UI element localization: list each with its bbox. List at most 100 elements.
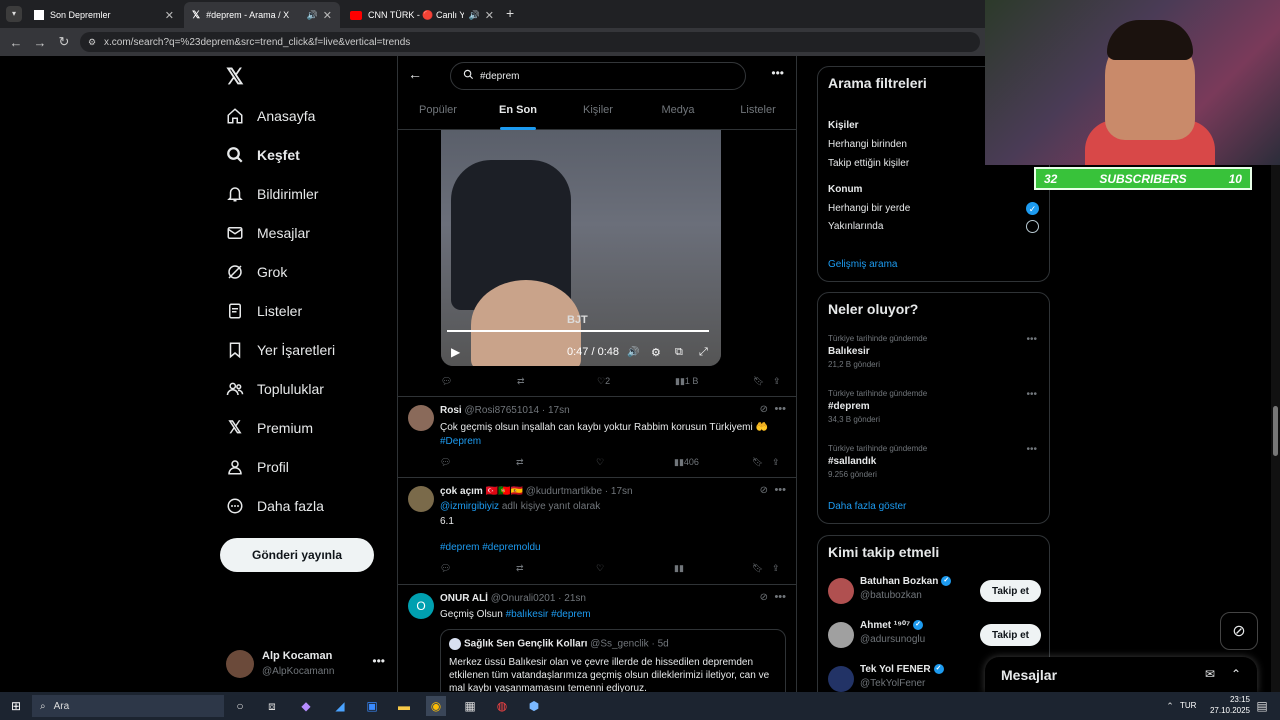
follow-button[interactable]: Takip et (979, 624, 1041, 646)
nav-item-lists[interactable]: Listeler (226, 295, 302, 327)
audio-icon[interactable]: 🔊 (469, 10, 480, 21)
follow-button[interactable]: Takip et (979, 580, 1041, 602)
filter-option[interactable]: Herhangi birinden (828, 139, 907, 150)
like-icon[interactable]: ♡ (596, 457, 604, 468)
fullscreen-icon[interactable]: ⤢ (699, 346, 708, 359)
steam-icon[interactable]: ⬢ (524, 696, 544, 716)
share-icon[interactable]: ⇪ (772, 563, 780, 574)
x-logo-icon[interactable]: 𝕏 (226, 64, 244, 90)
windows-start-icon[interactable]: ⊞ (6, 696, 26, 716)
trend-item[interactable]: Türkiye tarihinde gündemde Balıkesir 21,… (828, 334, 1041, 369)
avatar[interactable]: O (408, 593, 434, 619)
more-icon[interactable]: ••• (771, 66, 784, 80)
nav-item-communities[interactable]: Topluluklar (226, 373, 324, 405)
avatar[interactable] (828, 666, 854, 692)
search-input[interactable]: #deprem (450, 62, 746, 90)
tweet[interactable]: Rosi @Rosi87651014 · 17sn ⊘ ••• Çok geçm… (398, 396, 796, 476)
pip-icon[interactable]: ⧉ (675, 346, 683, 359)
nav-item-bookmarks[interactable]: Yer İşaretleri (226, 334, 335, 366)
copilot-icon[interactable]: ◆ (296, 696, 316, 716)
back-icon[interactable]: ← (4, 35, 28, 50)
views-icon[interactable]: ▮▮ (674, 563, 684, 574)
nav-item-explore[interactable]: Keşfet (226, 139, 300, 171)
avatar[interactable] (408, 486, 434, 512)
account-switcher[interactable]: Alp Kocaman @AlpKocamann ••• (226, 646, 391, 682)
clock[interactable]: 23:15 27.10.2025 (1210, 694, 1250, 716)
nav-item-grok[interactable]: Grok (226, 256, 287, 288)
filter-option[interactable]: Herhangi bir yerde (828, 203, 910, 214)
radio-icon[interactable] (1026, 220, 1039, 233)
task-view-icon[interactable]: ⧈ (262, 696, 282, 716)
chrome-icon[interactable]: ◉ (426, 696, 446, 716)
more-icon[interactable]: ••• (774, 484, 786, 496)
more-icon[interactable]: ••• (1026, 444, 1037, 455)
quote-author[interactable]: Sağlık Sen Gençlik Kolları @Ss_genclik ·… (449, 638, 669, 650)
grok-floating-button[interactable]: ⊘ (1220, 612, 1258, 650)
post-button[interactable]: Gönderi yayınla (220, 538, 374, 572)
share-icon[interactable]: ⇪ (772, 457, 780, 468)
quoted-tweet[interactable]: Sağlık Sen Gençlik Kolları @Ss_genclik ·… (440, 629, 786, 692)
mail-app-icon[interactable]: ▣ (362, 696, 382, 716)
nav-item-premium[interactable]: 𝕏 Premium (226, 412, 313, 444)
hashtag-link[interactable]: #deprem #depremoldu (440, 541, 786, 555)
reply-icon[interactable]: 💬︎ (440, 563, 451, 574)
tweet-author[interactable]: çok açım 🇹🇷🇵🇹🇪🇸 @kudurtmartikbe · 17sn (440, 486, 633, 497)
audio-icon[interactable]: 🔊 (307, 10, 318, 21)
video-player[interactable]: BJT ▶ 0:47 / 0:48 🔊 ⚙ ⧉ ⤢ (441, 130, 721, 366)
nav-item-more[interactable]: Daha fazla (226, 490, 324, 522)
expand-icon[interactable]: ⌃ (1231, 667, 1241, 681)
views-button[interactable]: ▮▮ 1 B (675, 376, 698, 387)
more-icon[interactable]: ••• (372, 654, 385, 668)
forward-icon[interactable]: → (28, 35, 52, 50)
close-tab-icon[interactable]: ✕ (165, 9, 174, 22)
tweet[interactable]: O ONUR ALİ @Onurali0201 · 21sn ⊘ ••• Geç… (398, 584, 796, 692)
new-tab-button[interactable]: + (506, 5, 514, 21)
close-tab-icon[interactable]: ✕ (323, 9, 332, 22)
follow-suggestion[interactable]: Ahmet ¹⁹⁰⁷ ✓ @adursunoglu Takip et (828, 618, 1041, 654)
browser-tab-son-depremler[interactable]: Son Depremler ✕ (26, 2, 182, 28)
nav-item-home[interactable]: Anasayfa (226, 100, 315, 132)
repost-icon[interactable]: ⇄ (516, 457, 524, 468)
advanced-search-link[interactable]: Gelişmiş arama (828, 259, 897, 270)
video-progress-bar[interactable] (447, 330, 709, 332)
taskbar-search[interactable]: ⌕ Ara (32, 695, 224, 717)
grok-icon[interactable]: ⊘ (760, 592, 768, 603)
show-more-link[interactable]: Daha fazla göster (828, 501, 906, 512)
more-icon[interactable]: ••• (774, 591, 786, 603)
nav-item-profile[interactable]: Profil (226, 451, 289, 483)
tab-media[interactable]: Medya (638, 98, 718, 130)
obs-icon[interactable]: ◍ (492, 696, 512, 716)
site-info-icon[interactable]: ⚙ (88, 37, 96, 48)
more-icon[interactable]: ••• (774, 403, 786, 415)
more-icon[interactable]: ••• (1026, 389, 1037, 400)
follow-suggestion[interactable]: Batuhan Bozkan ✓ @batubozkan Takip et (828, 574, 1041, 610)
tab-popular[interactable]: Popüler (398, 98, 478, 130)
share-icon[interactable]: ⇪ (773, 376, 781, 387)
tab-latest[interactable]: En Son (478, 98, 558, 130)
radio-selected-icon[interactable]: ✓ (1026, 202, 1039, 215)
settings-icon[interactable]: ⚙ (651, 346, 661, 359)
url-field[interactable]: ⚙ x.com/search?q=%23deprem&src=trend_cli… (80, 32, 980, 52)
notification-center-icon[interactable]: ▤ (1252, 696, 1272, 716)
tab-list-button[interactable]: ▾ (6, 6, 22, 22)
reply-icon[interactable]: 💬︎ (440, 457, 451, 468)
scrollbar-thumb[interactable] (1273, 406, 1278, 456)
browser-tab-cnn[interactable]: CNN TÜRK - 🔴 Canlı Yayın 🔊 ✕ (342, 2, 502, 28)
bookmark-icon[interactable]: 🔖︎ (753, 376, 764, 387)
tab-people[interactable]: Kişiler (558, 98, 638, 130)
browser-tab-deprem[interactable]: 𝕏 #deprem - Arama / X 🔊 ✕ (184, 2, 340, 28)
tweet-author[interactable]: ONUR ALİ @Onurali0201 · 21sn (440, 593, 586, 604)
grok-icon[interactable]: ⊘ (760, 404, 768, 415)
input-language[interactable]: TUR (1180, 701, 1196, 710)
back-arrow-icon[interactable]: ← (408, 66, 422, 82)
repost-icon[interactable]: ⇄ (516, 563, 524, 574)
close-tab-icon[interactable]: ✕ (485, 9, 494, 22)
hashtag-link[interactable]: #Deprem (440, 436, 481, 447)
play-icon[interactable]: ▶ (451, 345, 460, 359)
avatar[interactable] (828, 622, 854, 648)
views-button[interactable]: ▮▮ 406 (674, 457, 699, 468)
calculator-icon[interactable]: ▦ (460, 696, 480, 716)
bookmark-icon[interactable]: 🔖︎ (752, 457, 763, 468)
reply-icon[interactable]: 💬︎ (441, 376, 452, 387)
like-icon[interactable]: ♡ (596, 563, 604, 574)
